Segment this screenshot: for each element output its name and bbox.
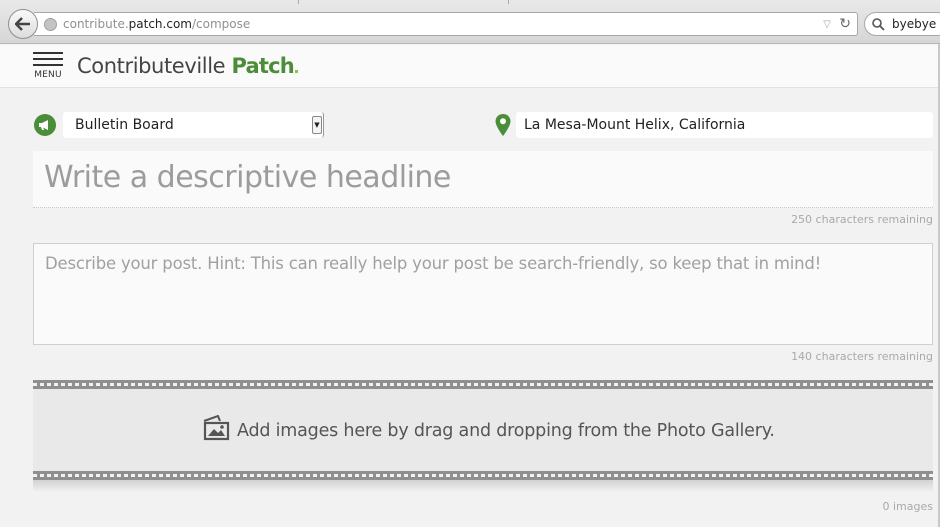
location-field[interactable]: La Mesa-Mount Helix, California [516, 112, 933, 138]
dropdown-icon[interactable]: ▼ [312, 116, 322, 134]
body-placeholder: Describe your post. Hint: This can reall… [45, 254, 822, 273]
location-value: La Mesa-Mount Helix, California [524, 117, 746, 133]
menu-button[interactable]: MENU [33, 52, 63, 82]
back-arrow-icon [15, 17, 30, 31]
body-char-counter: 140 characters remaining [791, 350, 933, 363]
search-value: byebye [892, 17, 937, 31]
tab[interactable] [508, 0, 716, 4]
headline-input[interactable]: Write a descriptive headline [33, 151, 933, 208]
dropzone-shadow [33, 480, 933, 492]
reload-icon[interactable]: ↻ [839, 16, 851, 32]
dropzone-hint: Add images here by drag and dropping fro… [237, 421, 775, 441]
browser-toolbar: contribute.patch.com/compose ▽ ↻ byebye [0, 0, 940, 44]
headline-char-counter: 250 characters remaining [791, 213, 933, 226]
address-bar[interactable]: contribute.patch.com/compose ▽ ↻ [34, 12, 858, 36]
headline-placeholder: Write a descriptive headline [44, 160, 451, 195]
map-pin-icon [495, 114, 511, 136]
site-logo[interactable]: Contributeville Patch [77, 54, 298, 78]
browser-search-field[interactable]: byebye [864, 12, 940, 36]
back-button[interactable] [8, 9, 38, 39]
tab-strip [0, 0, 940, 4]
filmstrip-bottom [33, 471, 933, 480]
site-header: MENU Contributeville Patch [0, 45, 940, 88]
url-text[interactable]: contribute.patch.com/compose [63, 17, 250, 31]
category-value: Bulletin Board [75, 117, 174, 133]
brand-patch: Patch [231, 54, 294, 78]
filmstrip-top [33, 380, 933, 389]
image-count: 0 images [882, 500, 934, 513]
menu-label: MENU [34, 70, 62, 80]
globe-icon [44, 18, 57, 31]
hamburger-menu-icon [33, 52, 63, 66]
body-textarea[interactable]: Describe your post. Hint: This can reall… [33, 243, 933, 345]
tab[interactable] [298, 0, 508, 4]
url-dropdown-icon[interactable]: ▽ [823, 19, 831, 30]
brand-name: Contributeville [77, 54, 226, 78]
photo-icon [203, 415, 230, 441]
megaphone-icon [34, 114, 56, 136]
search-icon [872, 18, 885, 31]
category-select[interactable]: Bulletin Board ▼ [63, 112, 324, 138]
